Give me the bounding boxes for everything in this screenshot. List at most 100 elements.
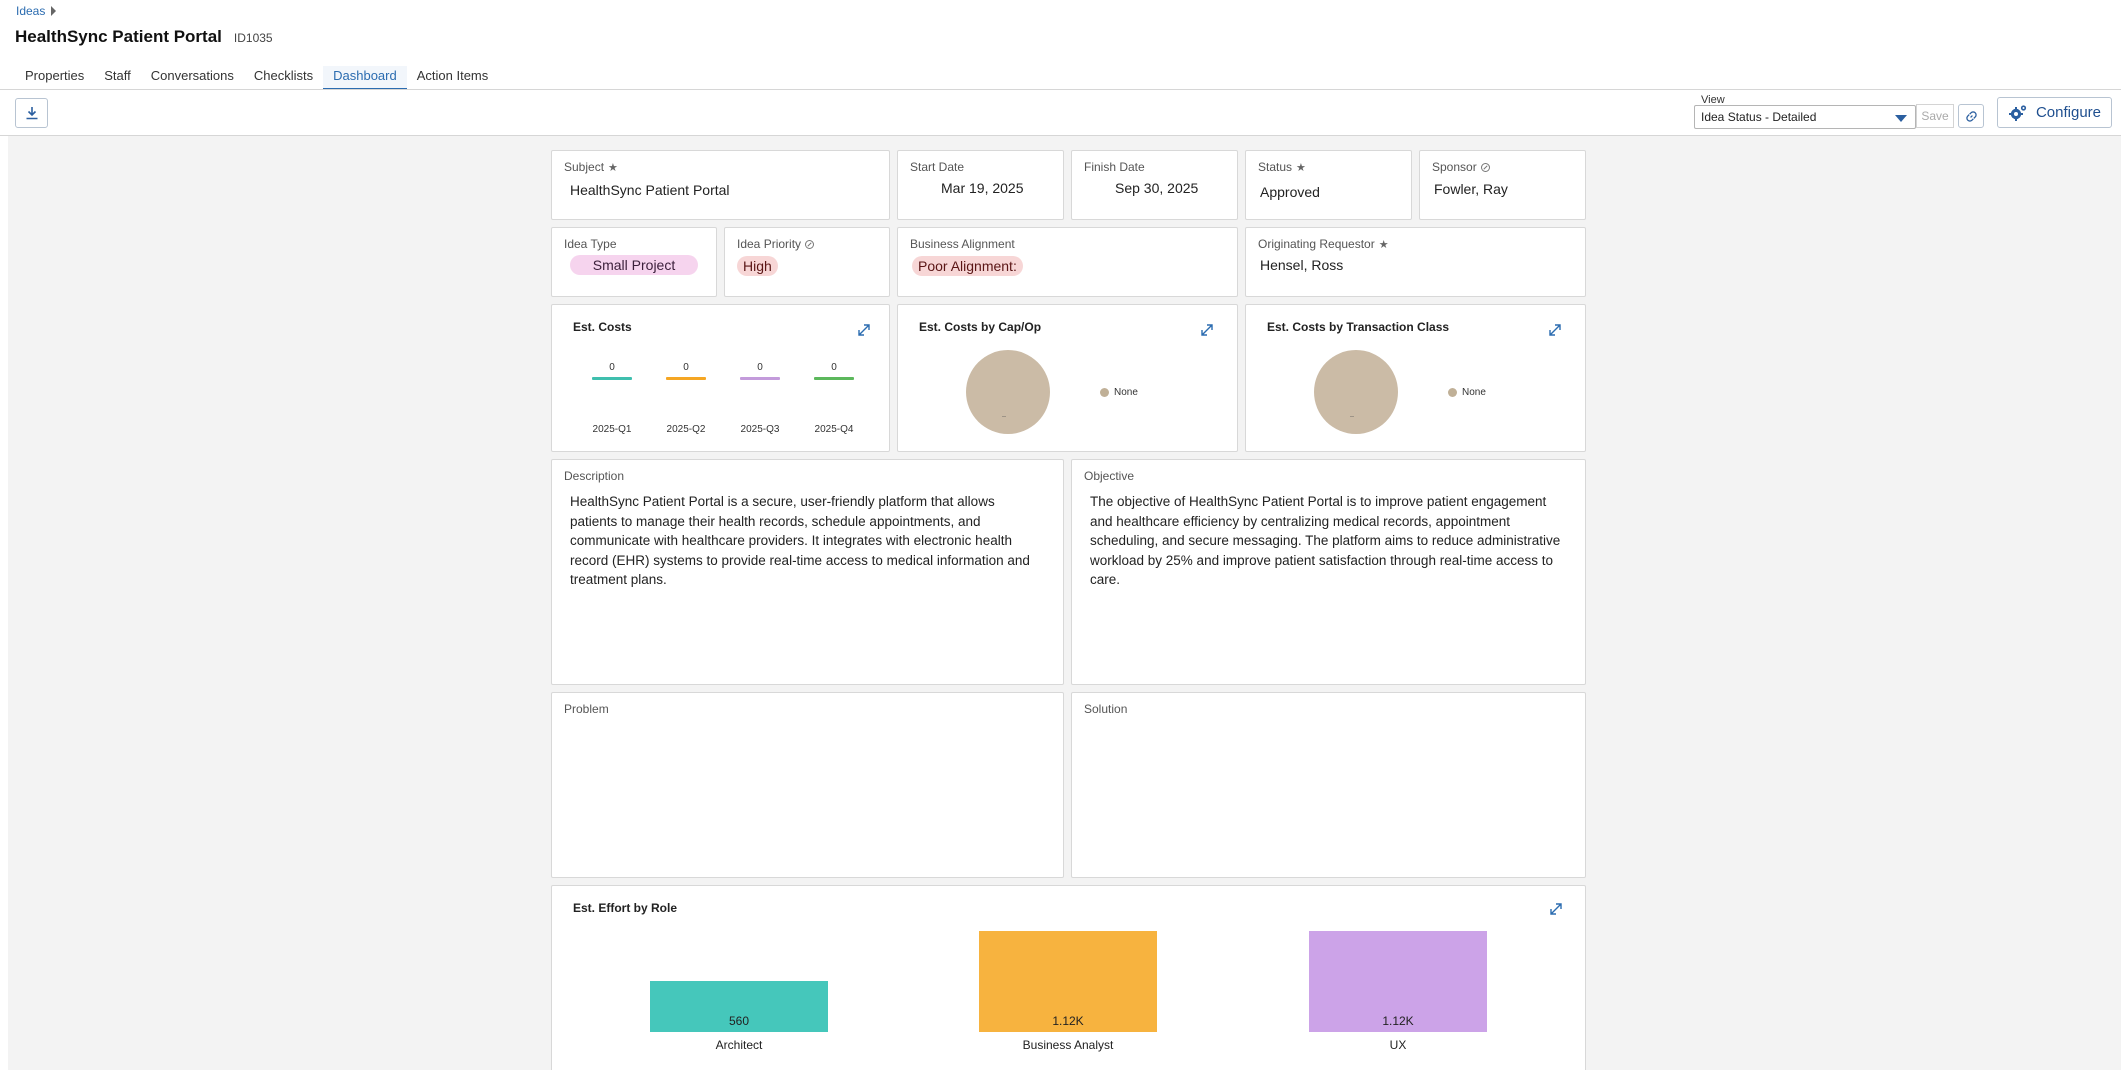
idea-priority-badge: High — [737, 256, 778, 276]
link-icon — [1965, 110, 1977, 122]
tab-checklists[interactable]: Checklists — [244, 66, 323, 90]
legend-swatch — [1448, 388, 1457, 397]
bar-value-label: 0 — [609, 362, 615, 373]
tab-staff[interactable]: Staff — [94, 66, 141, 90]
save-button[interactable]: Save — [1916, 104, 1954, 128]
pie-slice-label: -- — [1350, 414, 1354, 420]
bar-value-label: 1.12K — [1382, 1014, 1414, 1028]
view-selected-value: Idea Status - Detailed — [1701, 110, 1817, 124]
sponsor-label: Sponsor — [1432, 160, 1477, 174]
x-axis-tick-label: Architect — [715, 1038, 763, 1052]
required-icon: ★ — [608, 161, 618, 174]
solution-field[interactable]: Solution — [1071, 692, 1586, 878]
status-label-wrap: Status ★ — [1258, 160, 1306, 174]
finish-date-label: Finish Date — [1084, 160, 1145, 174]
objective-text: The objective of HealthSync Patient Port… — [1090, 494, 1561, 587]
est-costs-title: Est. Costs — [573, 320, 632, 334]
start-date-value: Mar 19, 2025 — [941, 180, 1024, 196]
idea-type-label: Idea Type — [564, 237, 617, 251]
bar-value-label: 560 — [728, 1014, 750, 1028]
view-selector: View Idea Status - Detailed — [1694, 94, 1916, 129]
expand-icon[interactable] — [1549, 902, 1563, 916]
transaction-class-title: Est. Costs by Transaction Class — [1267, 320, 1450, 334]
idea-priority-label-wrap: Idea Priority — [737, 237, 815, 251]
breadcrumb-ideas-link[interactable]: Ideas — [16, 4, 45, 18]
x-axis-tick-label: 2025-Q4 — [814, 424, 854, 435]
expand-icon[interactable] — [1548, 323, 1562, 337]
description-text: HealthSync Patient Portal is a secure, u… — [570, 494, 1030, 587]
gear-icon — [2008, 104, 2027, 121]
expand-icon[interactable] — [857, 323, 871, 337]
tab-conversations[interactable]: Conversations — [141, 66, 244, 90]
originating-requestor-field[interactable]: Originating Requestor ★ Hensel, Ross — [1245, 227, 1586, 297]
required-icon: ★ — [1296, 161, 1306, 174]
tab-bar: Properties Staff Conversations Checklist… — [15, 66, 498, 90]
legend-swatch — [1100, 388, 1109, 397]
x-axis-tick-label: Business Analyst — [1022, 1038, 1114, 1052]
originating-requestor-label: Originating Requestor — [1258, 237, 1375, 251]
configure-label: Configure — [2035, 104, 2102, 121]
tab-properties[interactable]: Properties — [15, 66, 94, 90]
tab-divider — [0, 89, 2121, 90]
objective-field[interactable]: Objective The objective of HealthSync Pa… — [1071, 459, 1586, 685]
x-axis-tick-label: 2025-Q1 — [592, 424, 632, 435]
pie-slice-none: -- — [1314, 350, 1398, 434]
transaction-class-chart: Est. Costs by Transaction Class -- None — [1245, 304, 1586, 452]
sponsor-field[interactable]: Sponsor Fowler, Ray — [1419, 150, 1586, 220]
problem-field[interactable]: Problem — [551, 692, 1064, 878]
originating-requestor-value: Hensel, Ross — [1260, 257, 1344, 273]
expand-icon[interactable] — [1200, 323, 1214, 337]
required-icon: ★ — [1378, 238, 1389, 251]
description-field[interactable]: Description HealthSync Patient Portal is… — [551, 459, 1064, 685]
pie-slice-label: -- — [1002, 414, 1006, 420]
bar-2025-Q4 — [814, 377, 854, 380]
problem-label: Problem — [564, 702, 609, 716]
dashboard-canvas: Subject ★ HealthSync Patient Portal Star… — [8, 136, 2121, 1070]
bar-2025-Q3 — [740, 377, 780, 380]
legend-label: None — [1114, 387, 1138, 398]
page-header: HealthSync Patient Portal ID1035 — [15, 27, 273, 47]
subject-label-wrap: Subject ★ — [564, 160, 618, 174]
bar-ux[interactable]: 1.12K — [1309, 931, 1487, 1032]
x-axis-tick-label: UX — [1389, 1038, 1407, 1052]
tab-dashboard[interactable]: Dashboard — [323, 66, 407, 90]
status-value: Approved — [1260, 184, 1320, 200]
start-date-field[interactable]: Start Date Mar 19, 2025 — [897, 150, 1064, 220]
download-button[interactable] — [15, 98, 48, 128]
status-label: Status — [1258, 160, 1293, 174]
record-id: ID1035 — [233, 31, 273, 45]
cap-op-title: Est. Costs by Cap/Op — [919, 320, 1042, 334]
bar-value-label: 1.12K — [1052, 1014, 1084, 1028]
caret-down-icon — [1895, 115, 1907, 122]
tab-action-items[interactable]: Action Items — [407, 66, 499, 90]
configure-button[interactable]: Configure — [1997, 97, 2112, 128]
view-dropdown[interactable]: Idea Status - Detailed — [1694, 105, 1916, 129]
business-alignment-label: Business Alignment — [910, 237, 1015, 251]
subject-label: Subject — [564, 160, 605, 174]
bar-architect[interactable]: 560 — [650, 981, 828, 1032]
status-field[interactable]: Status ★ Approved — [1245, 150, 1412, 220]
subject-value: HealthSync Patient Portal — [570, 182, 730, 198]
bar-value-label: 0 — [757, 362, 763, 373]
bar-business-analyst[interactable]: 1.12K — [979, 931, 1157, 1032]
business-alignment-field[interactable]: Business Alignment Poor Alignment: — [897, 227, 1238, 297]
bar-2025-Q2 — [666, 377, 706, 380]
bar-value-label: 0 — [683, 362, 689, 373]
description-label: Description — [564, 469, 625, 483]
finish-date-value: Sep 30, 2025 — [1115, 180, 1199, 196]
solution-label: Solution — [1084, 702, 1128, 716]
idea-priority-label: Idea Priority — [737, 237, 802, 251]
x-axis-tick-label: 2025-Q3 — [740, 424, 780, 435]
originating-requestor-label-wrap: Originating Requestor ★ — [1258, 237, 1389, 251]
subject-field[interactable]: Subject ★ HealthSync Patient Portal — [551, 150, 890, 220]
idea-type-field[interactable]: Idea Type Small Project — [551, 227, 717, 297]
download-icon — [26, 107, 37, 120]
est-costs-chart: Est. Costs 0 2025-Q1 0 2025-Q2 0 2025-Q3 0 2025… — [551, 304, 890, 452]
restricted-icon — [1480, 162, 1490, 172]
chevron-right-icon — [51, 6, 57, 16]
sponsor-label-wrap: Sponsor — [1432, 160, 1490, 174]
finish-date-field[interactable]: Finish Date Sep 30, 2025 — [1071, 150, 1238, 220]
copy-link-button[interactable] — [1958, 104, 1984, 128]
bar-value-label: 0 — [831, 362, 837, 373]
idea-priority-field[interactable]: Idea Priority High — [724, 227, 890, 297]
